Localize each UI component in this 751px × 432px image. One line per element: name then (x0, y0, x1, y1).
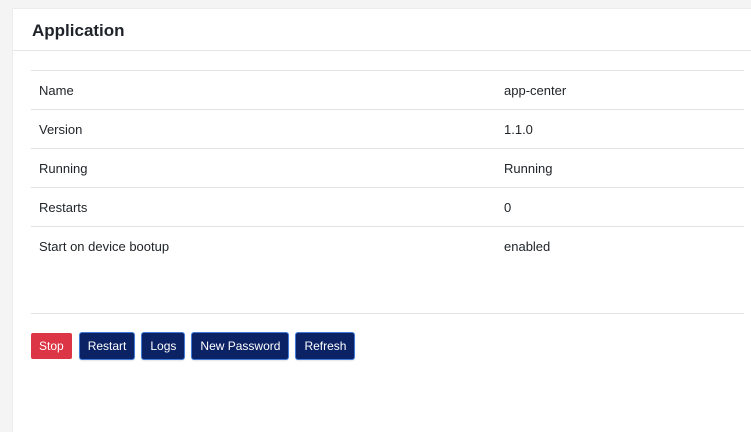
table-row: Version 1.1.0 (31, 110, 744, 149)
application-card: Application Name app-center Version 1.1.… (12, 8, 751, 432)
row-label-bootup: Start on device bootup (39, 239, 170, 254)
logs-button[interactable]: Logs (142, 333, 185, 359)
new-password-button[interactable]: New Password (192, 333, 289, 359)
table-row: Start on device bootup enabled (31, 227, 744, 266)
row-label-version: Version (39, 121, 83, 137)
refresh-button[interactable]: Refresh (296, 333, 355, 359)
stop-button[interactable]: Stop (31, 333, 72, 359)
restart-button[interactable]: Restart (79, 333, 135, 359)
row-value-bootup: enabled (504, 239, 551, 254)
row-value-running: Running (504, 160, 553, 176)
table-row: Name app-center (31, 71, 744, 110)
action-buttons: Stop Restart Logs New Password Refresh (31, 333, 355, 359)
row-value-name: app-center (504, 82, 567, 98)
row-value-version: 1.1.0 (504, 121, 533, 137)
application-info-table: Name app-center Version 1.1.0 Running Ru… (31, 70, 744, 266)
table-row: Restarts 0 (31, 188, 744, 227)
card-title: Application (32, 20, 125, 40)
card-header: Application (13, 9, 751, 51)
row-value-restarts: 0 (504, 199, 512, 215)
table-row: Running Running (31, 149, 744, 188)
section-divider (31, 313, 744, 314)
row-label-name: Name (39, 82, 74, 98)
row-label-restarts: Restarts (39, 199, 88, 215)
row-label-running: Running (39, 160, 88, 176)
